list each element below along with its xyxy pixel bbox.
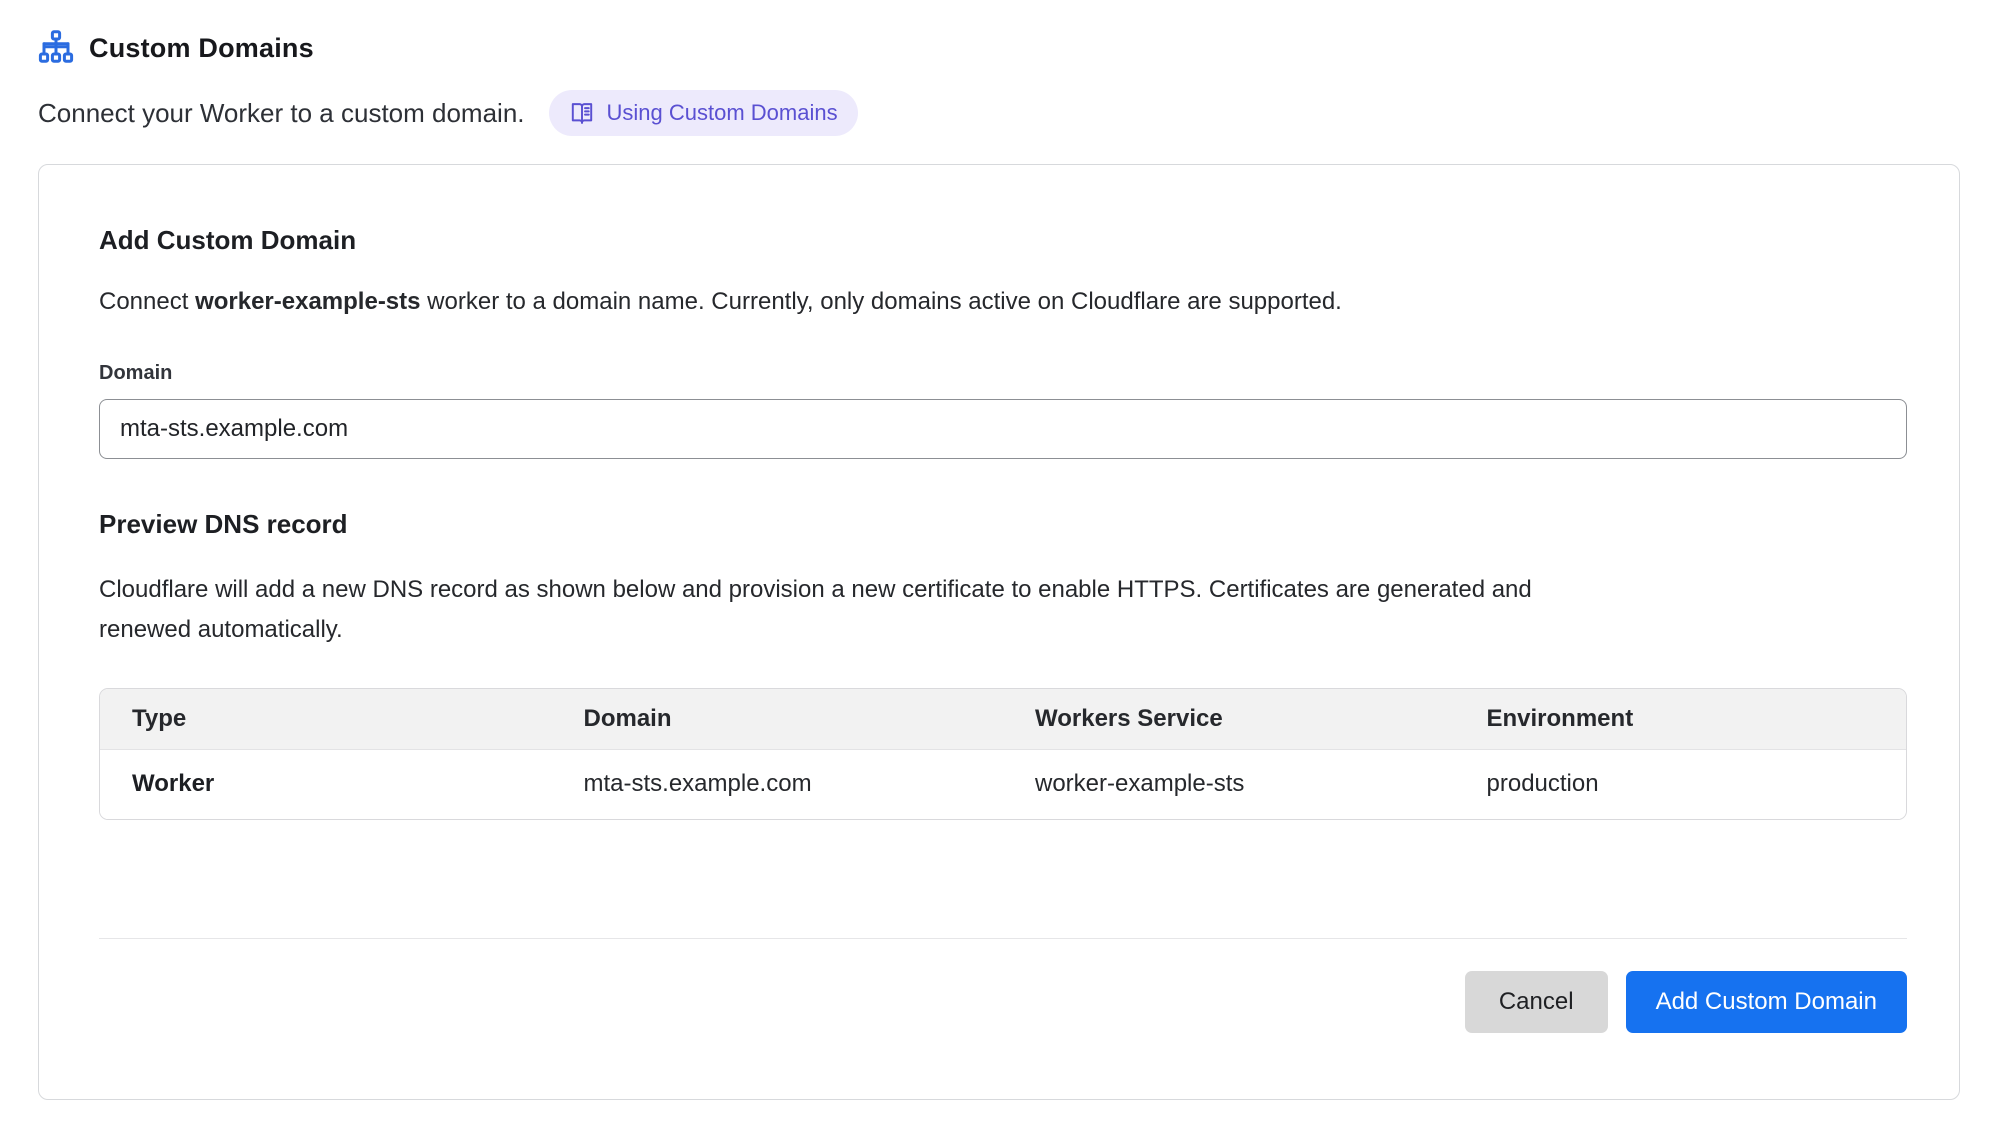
footer-divider: [99, 938, 1907, 939]
cell-type: Worker: [100, 749, 552, 819]
card-description-prefix: Connect: [99, 288, 195, 315]
cell-workers-service: worker-example-sts: [1003, 749, 1455, 819]
domain-field-label: Domain: [99, 362, 1907, 385]
card-title: Add Custom Domain: [99, 225, 1907, 256]
table-header-row: Type Domain Workers Service Environment: [100, 689, 1906, 749]
cell-environment: production: [1455, 749, 1907, 819]
col-header-domain: Domain: [552, 689, 1004, 749]
cell-domain: mta-sts.example.com: [552, 749, 1004, 819]
using-custom-domains-link[interactable]: Using Custom Domains: [549, 90, 858, 136]
page-subtitle: Connect your Worker to a custom domain.: [38, 98, 525, 129]
card-description-suffix: worker to a domain name. Currently, only…: [421, 288, 1342, 315]
add-custom-domain-card: Add Custom Domain Connect worker-example…: [38, 164, 1960, 1100]
worker-name: worker-example-sts: [195, 288, 420, 315]
page-title: Custom Domains: [89, 33, 314, 64]
cancel-button[interactable]: Cancel: [1465, 971, 1608, 1033]
footer-actions: Cancel Add Custom Domain: [99, 971, 1907, 1033]
col-header-workers-service: Workers Service: [1003, 689, 1455, 749]
domain-input[interactable]: [99, 399, 1907, 459]
sitemap-icon: [38, 30, 74, 66]
subtitle-row: Connect your Worker to a custom domain. …: [38, 90, 1960, 136]
col-header-environment: Environment: [1455, 689, 1907, 749]
preview-dns-description: Cloudflare will add a new DNS record as …: [99, 570, 1579, 650]
preview-dns-title: Preview DNS record: [99, 509, 1907, 540]
col-header-type: Type: [100, 689, 552, 749]
open-book-icon: [569, 100, 595, 126]
custom-domains-page: Custom Domains Connect your Worker to a …: [0, 0, 1999, 1100]
add-custom-domain-button[interactable]: Add Custom Domain: [1626, 971, 1907, 1033]
badge-label: Using Custom Domains: [607, 100, 838, 126]
dns-preview-table: Type Domain Workers Service Environment …: [99, 688, 1907, 820]
card-description: Connect worker-example-sts worker to a d…: [99, 288, 1907, 316]
table-row: Worker mta-sts.example.com worker-exampl…: [100, 749, 1906, 819]
page-header: Custom Domains: [38, 30, 1960, 66]
